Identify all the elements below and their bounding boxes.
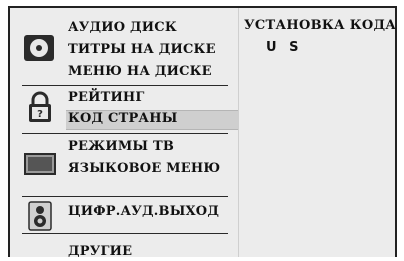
menu-item-country-code[interactable]: КОД СТРАНЫ — [68, 111, 178, 126]
menu-item-digital-audio-out[interactable]: ЦИФР.АУД.ВЫХОД — [68, 204, 219, 219]
menu-item-rating[interactable]: РЕЙТИНГ — [68, 90, 145, 105]
menu-item-tv-modes[interactable]: РЕЖИМЫ ТВ — [68, 139, 174, 154]
tv-screen-icon — [24, 153, 56, 175]
divider — [22, 196, 228, 197]
padlock-icon: ? — [26, 90, 54, 124]
menu-item-audio-disc[interactable]: АУДИО ДИСК — [68, 20, 177, 35]
panel-title: УСТАНОВКА КОДА — [244, 18, 397, 33]
menu-item-other[interactable]: ДРУГИЕ — [68, 244, 132, 259]
divider — [22, 85, 228, 86]
menu-item-disc-menu[interactable]: МЕНЮ НА ДИСКЕ — [68, 64, 212, 79]
disc-icon — [23, 34, 55, 62]
speaker-icon — [28, 201, 52, 231]
divider — [22, 133, 228, 134]
menu-column: АУДИО ДИСК ТИТРЫ НА ДИСКЕ МЕНЮ НА ДИСКЕ … — [10, 8, 238, 259]
settings-panel — [238, 8, 395, 257]
menu-item-disc-subtitles[interactable]: ТИТРЫ НА ДИСКЕ — [68, 42, 216, 57]
divider — [22, 233, 228, 234]
country-code-value[interactable]: US — [266, 40, 299, 55]
setup-menu-window: АУДИО ДИСК ТИТРЫ НА ДИСКЕ МЕНЮ НА ДИСКЕ … — [8, 6, 397, 259]
code-char-2: S — [289, 40, 299, 55]
svg-text:?: ? — [37, 109, 43, 120]
code-char-1: U — [266, 40, 278, 55]
menu-item-menu-language[interactable]: ЯЗЫКОВОЕ МЕНЮ — [68, 161, 220, 176]
